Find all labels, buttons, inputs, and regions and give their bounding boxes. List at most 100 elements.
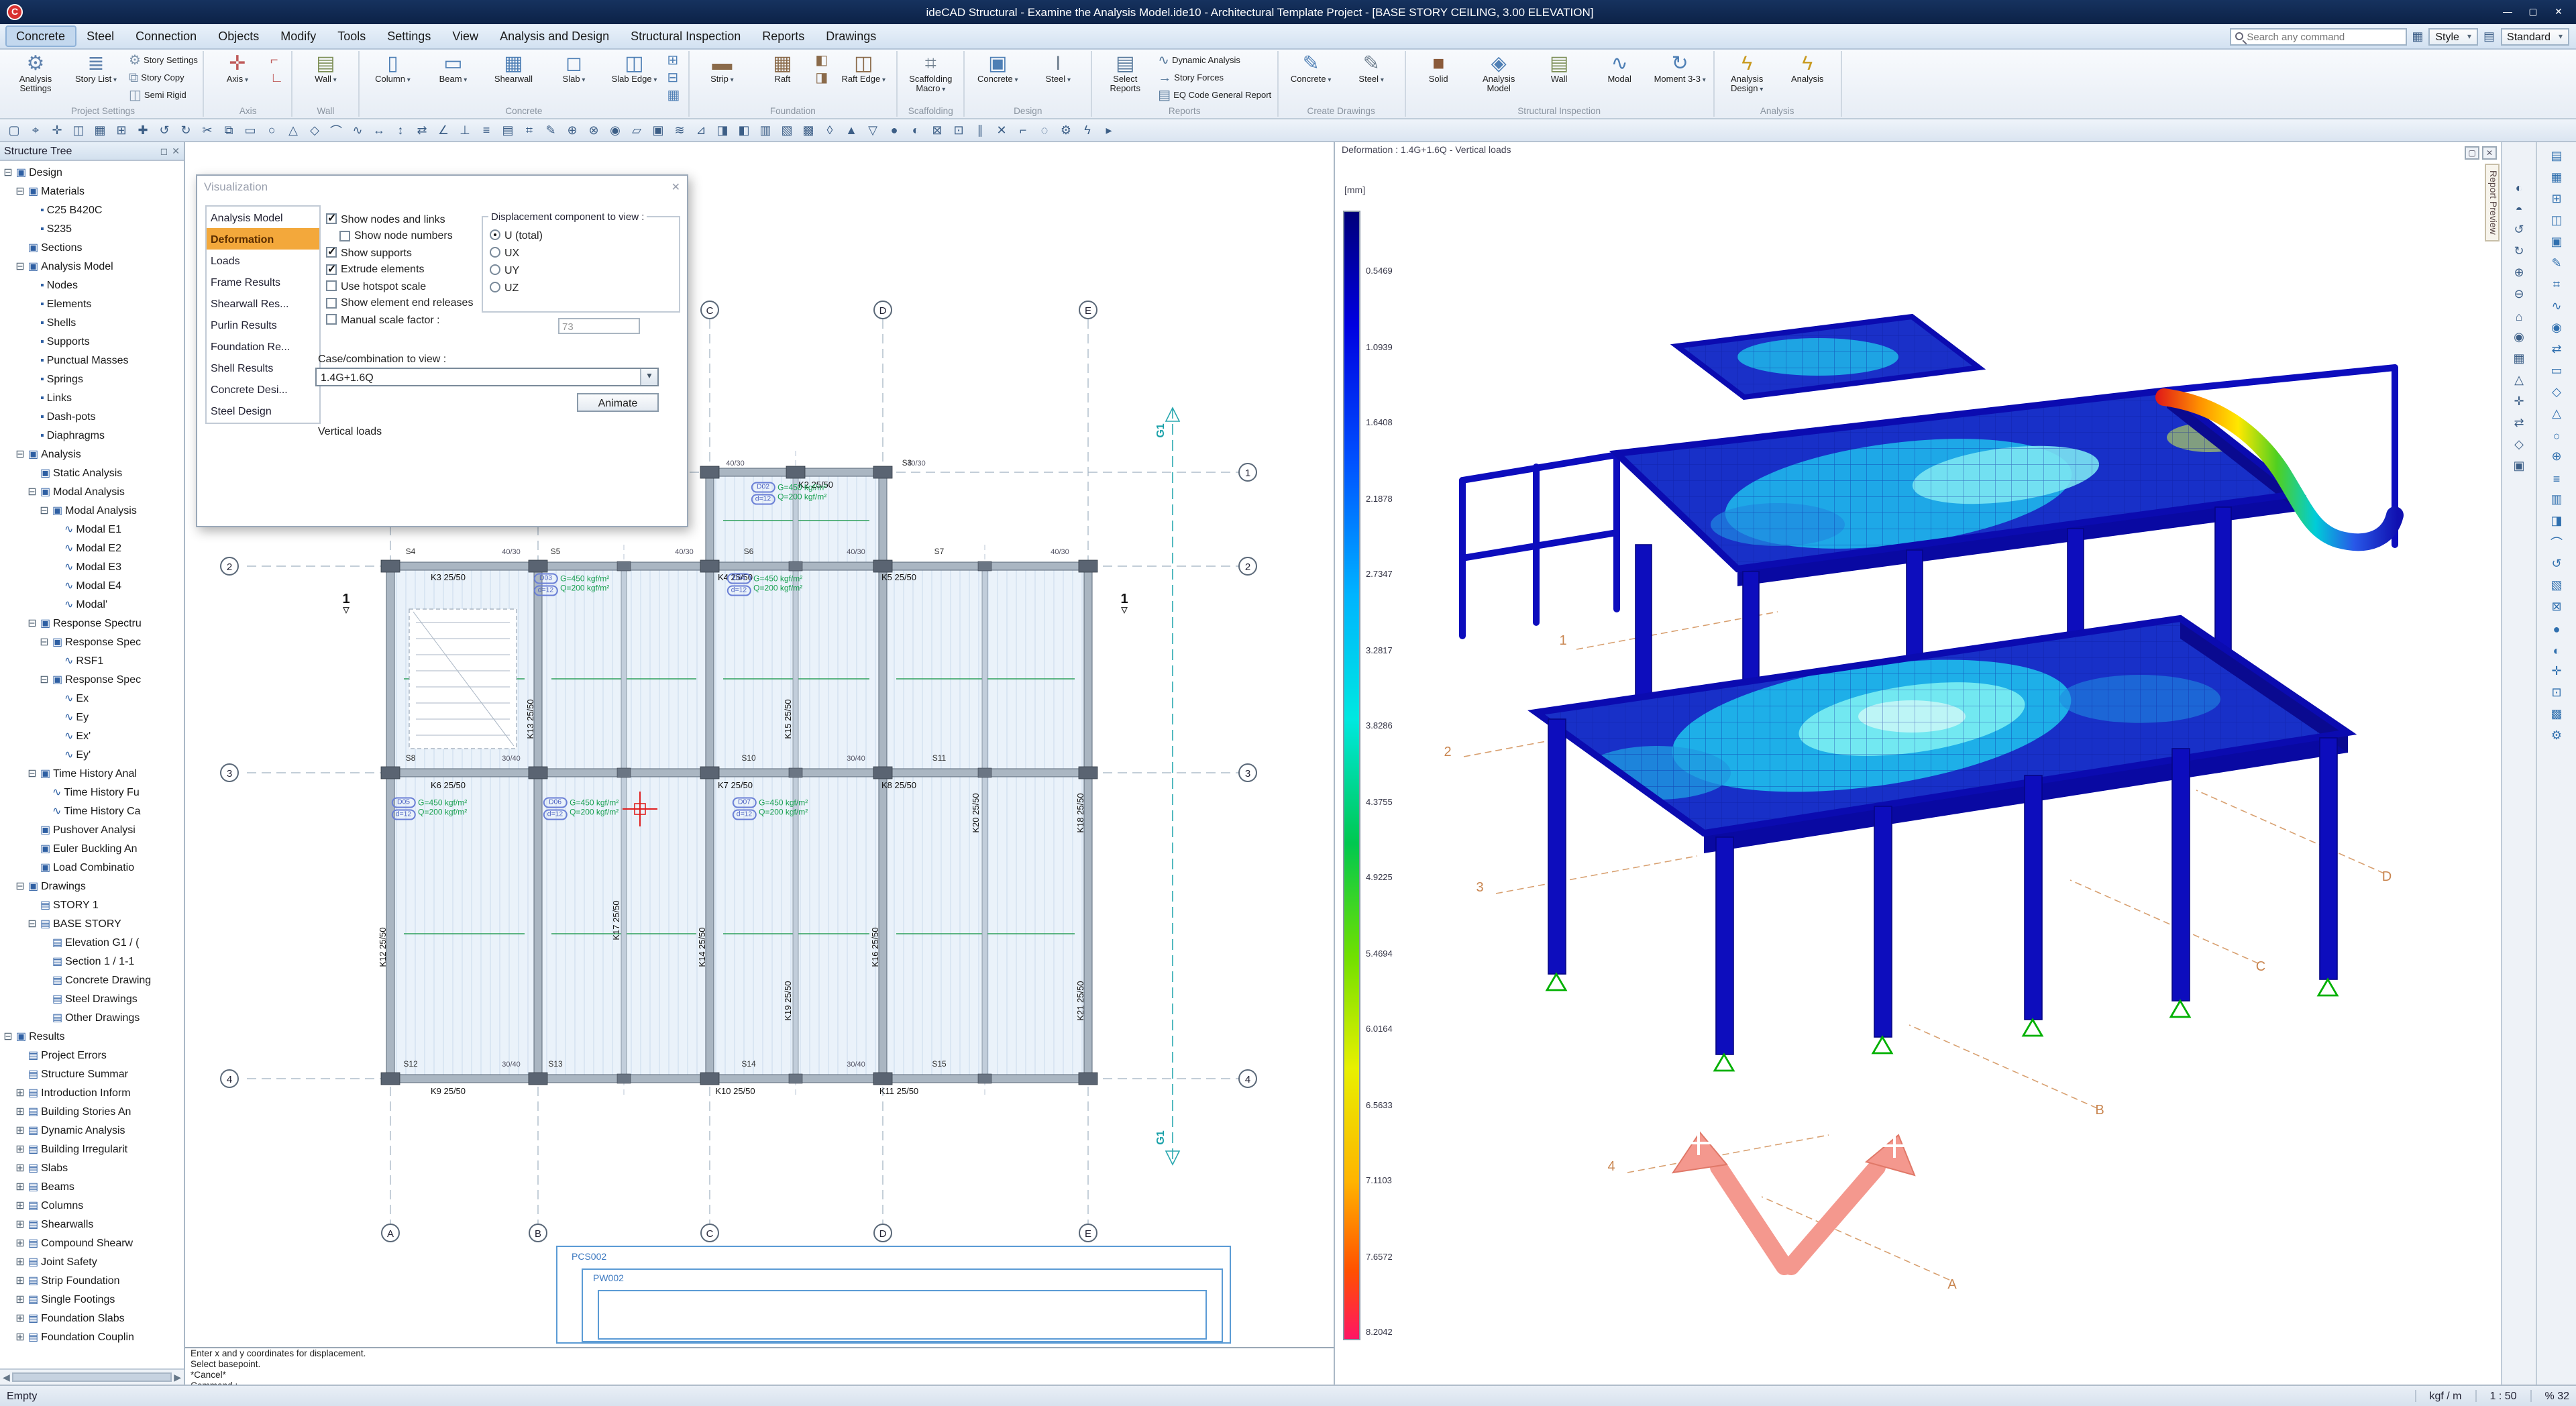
tree-expander-icon[interactable]: ⊞ — [15, 1274, 25, 1286]
manual-scale-input[interactable] — [558, 318, 640, 334]
side-tool-icon[interactable]: ⚙ — [2544, 726, 2569, 746]
toolstrip-icon[interactable]: ▧ — [777, 121, 797, 140]
toolstrip-icon[interactable]: ϟ — [1077, 121, 1097, 140]
style-dropdown[interactable]: Style — [2428, 28, 2478, 45]
menu-item[interactable]: Settings — [376, 25, 441, 47]
tree-expander-icon[interactable]: ⊟ — [27, 917, 38, 929]
tree-item[interactable]: ⊟ ▣ Modal Analysis — [0, 482, 184, 500]
toolstrip-icon[interactable]: ○ — [262, 121, 282, 140]
tree-item[interactable]: ⊟ ▣ Modal Analysis — [0, 500, 184, 519]
tree-item[interactable]: ⊞ ▤ Shearwalls — [0, 1214, 184, 1233]
tree-item[interactable]: ⊟ ▤ BASE STORY — [0, 914, 184, 932]
side-tool-icon[interactable]: ▤ — [2544, 146, 2569, 166]
ribbon-button[interactable]: ≣Story List — [67, 52, 125, 106]
toolstrip-icon[interactable]: ✛ — [47, 121, 67, 140]
tree-expander-icon[interactable]: ⊞ — [15, 1161, 25, 1173]
side-tool-icon[interactable]: ↺ — [2544, 554, 2569, 574]
toolstrip-icon[interactable]: ◨ — [712, 121, 733, 140]
toolstrip-icon[interactable]: ⊕ — [562, 121, 582, 140]
toolstrip-icon[interactable]: ✕ — [991, 121, 1012, 140]
tree-item[interactable]: ⊞ ▤ Building Irregularit — [0, 1139, 184, 1158]
view-tool-icon[interactable]: ⊕ — [2507, 263, 2531, 283]
toolstrip-icon[interactable]: ▢ — [4, 121, 24, 140]
tree-expander-icon[interactable]: ⊟ — [39, 635, 50, 647]
toolstrip-icon[interactable]: ✂ — [197, 121, 217, 140]
toolstrip-icon[interactable]: ⊥ — [455, 121, 475, 140]
toolstrip-icon[interactable]: ▩ — [798, 121, 818, 140]
ribbon-button[interactable]: ▤Wall — [297, 52, 354, 106]
view-tool-icon[interactable]: ▣ — [2507, 456, 2531, 476]
tree-expander-icon[interactable]: ⊞ — [15, 1086, 25, 1098]
tree-item[interactable]: ∿ Modal E1 — [0, 519, 184, 538]
dialog-tab[interactable]: Loads — [207, 250, 319, 271]
ribbon-button[interactable]: ⚙Story Settings — [127, 52, 199, 70]
tree-item[interactable]: ▪ Diaphragms — [0, 425, 184, 444]
ribbon-button[interactable]: ✎Concrete — [1282, 52, 1340, 106]
ribbon-button[interactable]: ◨ — [814, 70, 832, 87]
side-tool-icon[interactable]: ⊡ — [2544, 683, 2569, 703]
side-tool-icon[interactable]: ● — [2544, 618, 2569, 639]
tree-item[interactable]: ∿ Modal E3 — [0, 557, 184, 576]
tree-item[interactable]: ▪ Springs — [0, 369, 184, 388]
side-tool-icon[interactable]: ✎ — [2544, 254, 2569, 274]
side-tool-icon[interactable]: ⊞ — [2544, 189, 2569, 209]
status-unit[interactable]: kgf / m — [2414, 1390, 2461, 1402]
ribbon-button[interactable]: ⧉Story Copy — [127, 70, 199, 87]
side-tool-icon[interactable]: ⊠ — [2544, 597, 2569, 617]
dialog-tab[interactable]: Concrete Desi... — [207, 378, 319, 400]
toolstrip-icon[interactable]: ↕ — [390, 121, 411, 140]
tree-item[interactable]: ⊞ ▤ Joint Safety — [0, 1252, 184, 1270]
toolstrip-icon[interactable]: ▭ — [240, 121, 260, 140]
menu-item[interactable]: Tools — [327, 25, 376, 47]
ribbon-button[interactable]: →Story Forces — [1157, 70, 1273, 87]
tree-item[interactable]: ∿ Modal E2 — [0, 538, 184, 557]
tree-expander-icon[interactable]: ⊞ — [15, 1218, 25, 1230]
tree-item[interactable]: ⊞ ▤ Dynamic Analysis — [0, 1120, 184, 1139]
toolstrip-icon[interactable]: ⌒ — [326, 121, 346, 140]
ribbon-button[interactable]: ▬Strip — [693, 52, 751, 106]
tree-item[interactable]: ▪ S235 — [0, 219, 184, 237]
scroll-right-icon[interactable]: ▶ — [174, 1372, 181, 1383]
command-search[interactable] — [2229, 28, 2406, 45]
view-tool-icon[interactable]: ✛ — [2507, 392, 2531, 412]
ribbon-button[interactable]: ▯Column — [364, 52, 421, 106]
dialog-tab[interactable]: Analysis Model — [207, 207, 319, 228]
displacement-radio[interactable]: UX — [490, 246, 672, 259]
tree-expander-icon[interactable]: ⊟ — [27, 767, 38, 779]
tree-item[interactable]: ∿ Time History Ca — [0, 801, 184, 820]
toolstrip-icon[interactable]: ▦ — [90, 121, 110, 140]
side-tool-icon[interactable]: ∿ — [2544, 296, 2569, 317]
toolstrip-icon[interactable]: ▣ — [648, 121, 668, 140]
view-tool-icon[interactable]: ▦ — [2507, 349, 2531, 369]
ribbon-button[interactable]: ∿Modal — [1591, 52, 1648, 106]
ribbon-button[interactable]: ϟAnalysis — [1778, 52, 1836, 106]
restore-view-button[interactable]: ▢ — [2465, 146, 2479, 160]
ribbon-button[interactable]: ↻Moment 3-3 — [1651, 52, 1709, 106]
ribbon-button[interactable]: ▤Select Reports — [1096, 52, 1154, 106]
tree-expander-icon[interactable]: ⊞ — [15, 1124, 25, 1136]
tree-expander-icon[interactable]: ⊞ — [15, 1293, 25, 1305]
side-tool-icon[interactable]: ◐ — [2544, 640, 2569, 660]
deformation-view-panel[interactable]: Deformation : 1.4G+1.6Q - Vertical loads… — [1334, 142, 2501, 1385]
tree-item[interactable]: ▣ Pushover Analysi — [0, 820, 184, 839]
toolstrip-icon[interactable]: ⧉ — [219, 121, 239, 140]
ribbon-button[interactable]: ◫Raft Edge — [835, 52, 892, 106]
toolstrip-icon[interactable]: ✚ — [133, 121, 153, 140]
tree-item[interactable]: ▪ Shells — [0, 313, 184, 331]
displacement-radio[interactable]: UZ — [490, 280, 672, 294]
tree-item[interactable]: ▪ Dash-pots — [0, 407, 184, 425]
side-tool-icon[interactable]: ○ — [2544, 425, 2569, 445]
menu-item[interactable]: Modify — [270, 25, 327, 47]
side-tool-icon[interactable]: ⌒ — [2544, 533, 2569, 553]
tree-item[interactable]: ⊟ ▣ Response Spec — [0, 632, 184, 651]
ribbon-button[interactable]: ▤Wall — [1530, 52, 1588, 106]
toolstrip-icon[interactable]: ⊿ — [691, 121, 711, 140]
tree-item[interactable]: ▪ Punctual Masses — [0, 350, 184, 369]
toolstrip-icon[interactable]: ◐ — [906, 121, 926, 140]
tree-item[interactable]: ⊞ ▤ Foundation Couplin — [0, 1327, 184, 1346]
view-tool-icon[interactable]: ◉ — [2507, 327, 2531, 347]
status-scale[interactable]: 1 : 50 — [2475, 1390, 2517, 1402]
visualization-checkbox[interactable]: Show nodes and links — [326, 211, 473, 227]
view-tool-icon[interactable]: △ — [2507, 370, 2531, 390]
toolstrip-icon[interactable]: ⌐ — [1013, 121, 1033, 140]
